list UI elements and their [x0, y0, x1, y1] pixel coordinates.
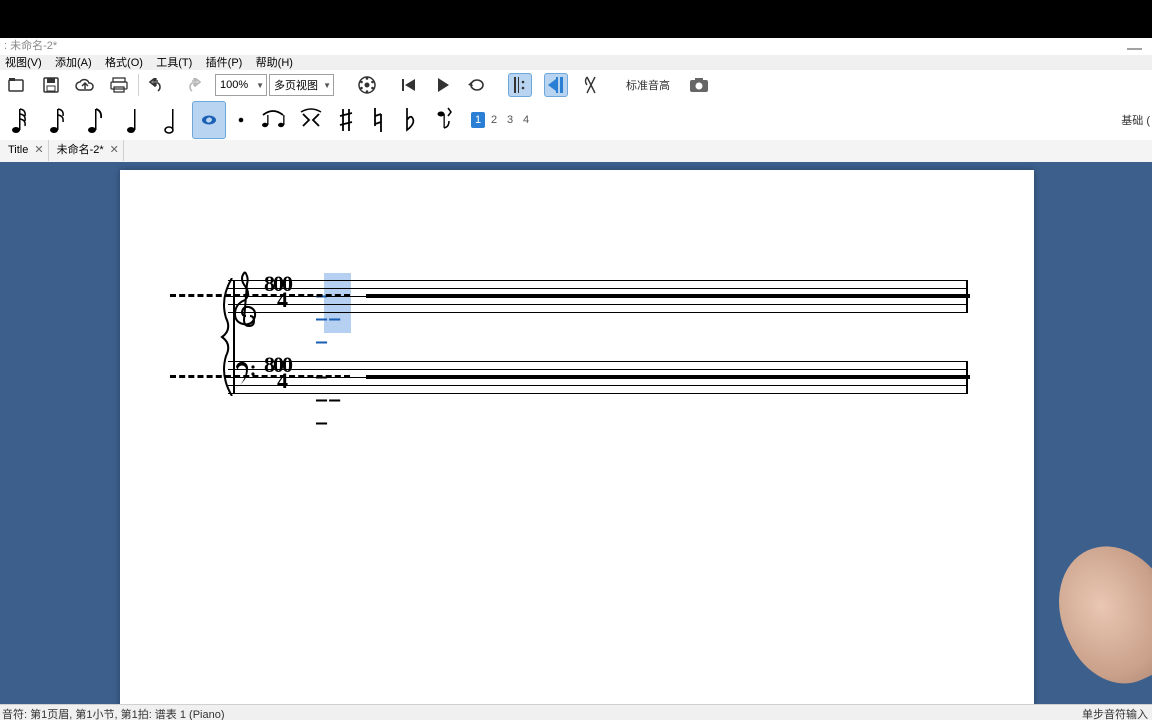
voice-4-button[interactable]: 4 [519, 112, 533, 128]
flip-direction-button[interactable] [428, 101, 462, 139]
duration-half-button[interactable] [154, 101, 188, 139]
time-signature-treble: 800 4 [264, 276, 291, 308]
voice-1-button[interactable]: 1 [471, 112, 485, 128]
metronome-button[interactable] [356, 74, 378, 96]
time-signature-bass: 800 4 [264, 357, 291, 389]
score-page: 800 4 ‒ ‒‒ ‒ [120, 170, 1034, 704]
note-input-toolbar: 1 2 3 4 基础 ( [0, 100, 1152, 141]
window-black-band [0, 0, 1152, 38]
palette-panel-label[interactable]: 基础 ( [1121, 112, 1150, 128]
doc-tab-label: Title [8, 140, 28, 161]
duration-16th-button[interactable] [40, 101, 74, 139]
save-button[interactable] [40, 74, 62, 96]
repeat-start-button[interactable] [508, 73, 532, 97]
zoom-dropdown[interactable]: 100% ▼ [215, 74, 267, 96]
menu-tools[interactable]: 工具(T) [151, 56, 197, 70]
statusbar: 音符: 第1页眉, 第1小节, 第1拍: 谱表 1 (Piano) 单步音符输入 [0, 704, 1152, 720]
close-icon[interactable]: ✕ [110, 140, 119, 161]
doc-tab-untitled[interactable]: 未命名-2* ✕ [49, 140, 124, 161]
menu-plugins[interactable]: 插件(P) [201, 56, 248, 70]
menubar: 视图(V) 添加(A) 格式(O) 工具(T) 插件(P) 帮助(H) [0, 55, 1152, 71]
loop-button[interactable] [466, 74, 488, 96]
voice-2-button[interactable]: 2 [487, 112, 501, 128]
cloud-button[interactable] [74, 74, 96, 96]
main-toolbar: 100% ▼ 多页视图 ▼ 标准音高 [0, 70, 1152, 101]
slur-button[interactable] [294, 101, 328, 139]
status-left: 音符: 第1页眉, 第1小节, 第1拍: 谱表 1 (Piano) [2, 706, 225, 720]
duration-8th-button[interactable] [78, 101, 112, 139]
screenshot-button[interactable] [688, 74, 710, 96]
flat-button[interactable] [396, 101, 424, 139]
multirest-overflow-treble [170, 294, 350, 301]
duration-whole-button[interactable] [192, 101, 226, 139]
view-mode-value: 多页视图 [274, 77, 318, 93]
dot-button[interactable] [230, 101, 252, 139]
menu-view[interactable]: 视图(V) [0, 56, 47, 70]
multirest-bar-bass [366, 375, 970, 379]
view-mode-dropdown[interactable]: 多页视图 ▼ [269, 74, 334, 96]
print-button[interactable] [108, 74, 130, 96]
open-button[interactable] [6, 74, 28, 96]
close-icon[interactable]: ✕ [34, 140, 43, 161]
play-button[interactable] [432, 74, 454, 96]
doc-tab-title[interactable]: Title ✕ [0, 140, 49, 161]
duration-32nd-button[interactable] [2, 101, 36, 139]
multirest-overflow-bass [170, 375, 350, 382]
score-canvas[interactable]: 800 4 ‒ ‒‒ ‒ [0, 162, 1152, 704]
tie-button[interactable] [256, 101, 290, 139]
zoom-value: 100% [220, 79, 248, 91]
natural-button[interactable] [364, 101, 392, 139]
document-tab-bar: Title ✕ 未命名-2* ✕ [0, 140, 1152, 163]
menu-format[interactable]: 格式(O) [100, 56, 148, 70]
redo-button[interactable] [181, 74, 203, 96]
menu-add[interactable]: 添加(A) [50, 56, 97, 70]
status-right: 单步音符输入 [1082, 706, 1148, 720]
repeat-end-button[interactable] [544, 73, 568, 97]
concert-pitch-button[interactable]: 标准音高 [626, 77, 670, 93]
chevron-down-icon: ▼ [256, 81, 264, 90]
doc-tab-label: 未命名-2* [57, 140, 104, 161]
chevron-down-icon: ▼ [323, 81, 331, 90]
window-title: : 未命名-2* [0, 40, 57, 52]
hand-overlay-decoration [1038, 527, 1152, 700]
undo-button[interactable] [147, 74, 169, 96]
sharp-button[interactable] [332, 101, 360, 139]
voice-3-button[interactable]: 3 [503, 112, 517, 128]
pan-button[interactable] [580, 74, 602, 96]
multirest-bar-treble [366, 294, 970, 298]
duration-quarter-button[interactable] [116, 101, 150, 139]
rewind-button[interactable] [398, 74, 420, 96]
menu-help[interactable]: 帮助(H) [251, 56, 298, 70]
